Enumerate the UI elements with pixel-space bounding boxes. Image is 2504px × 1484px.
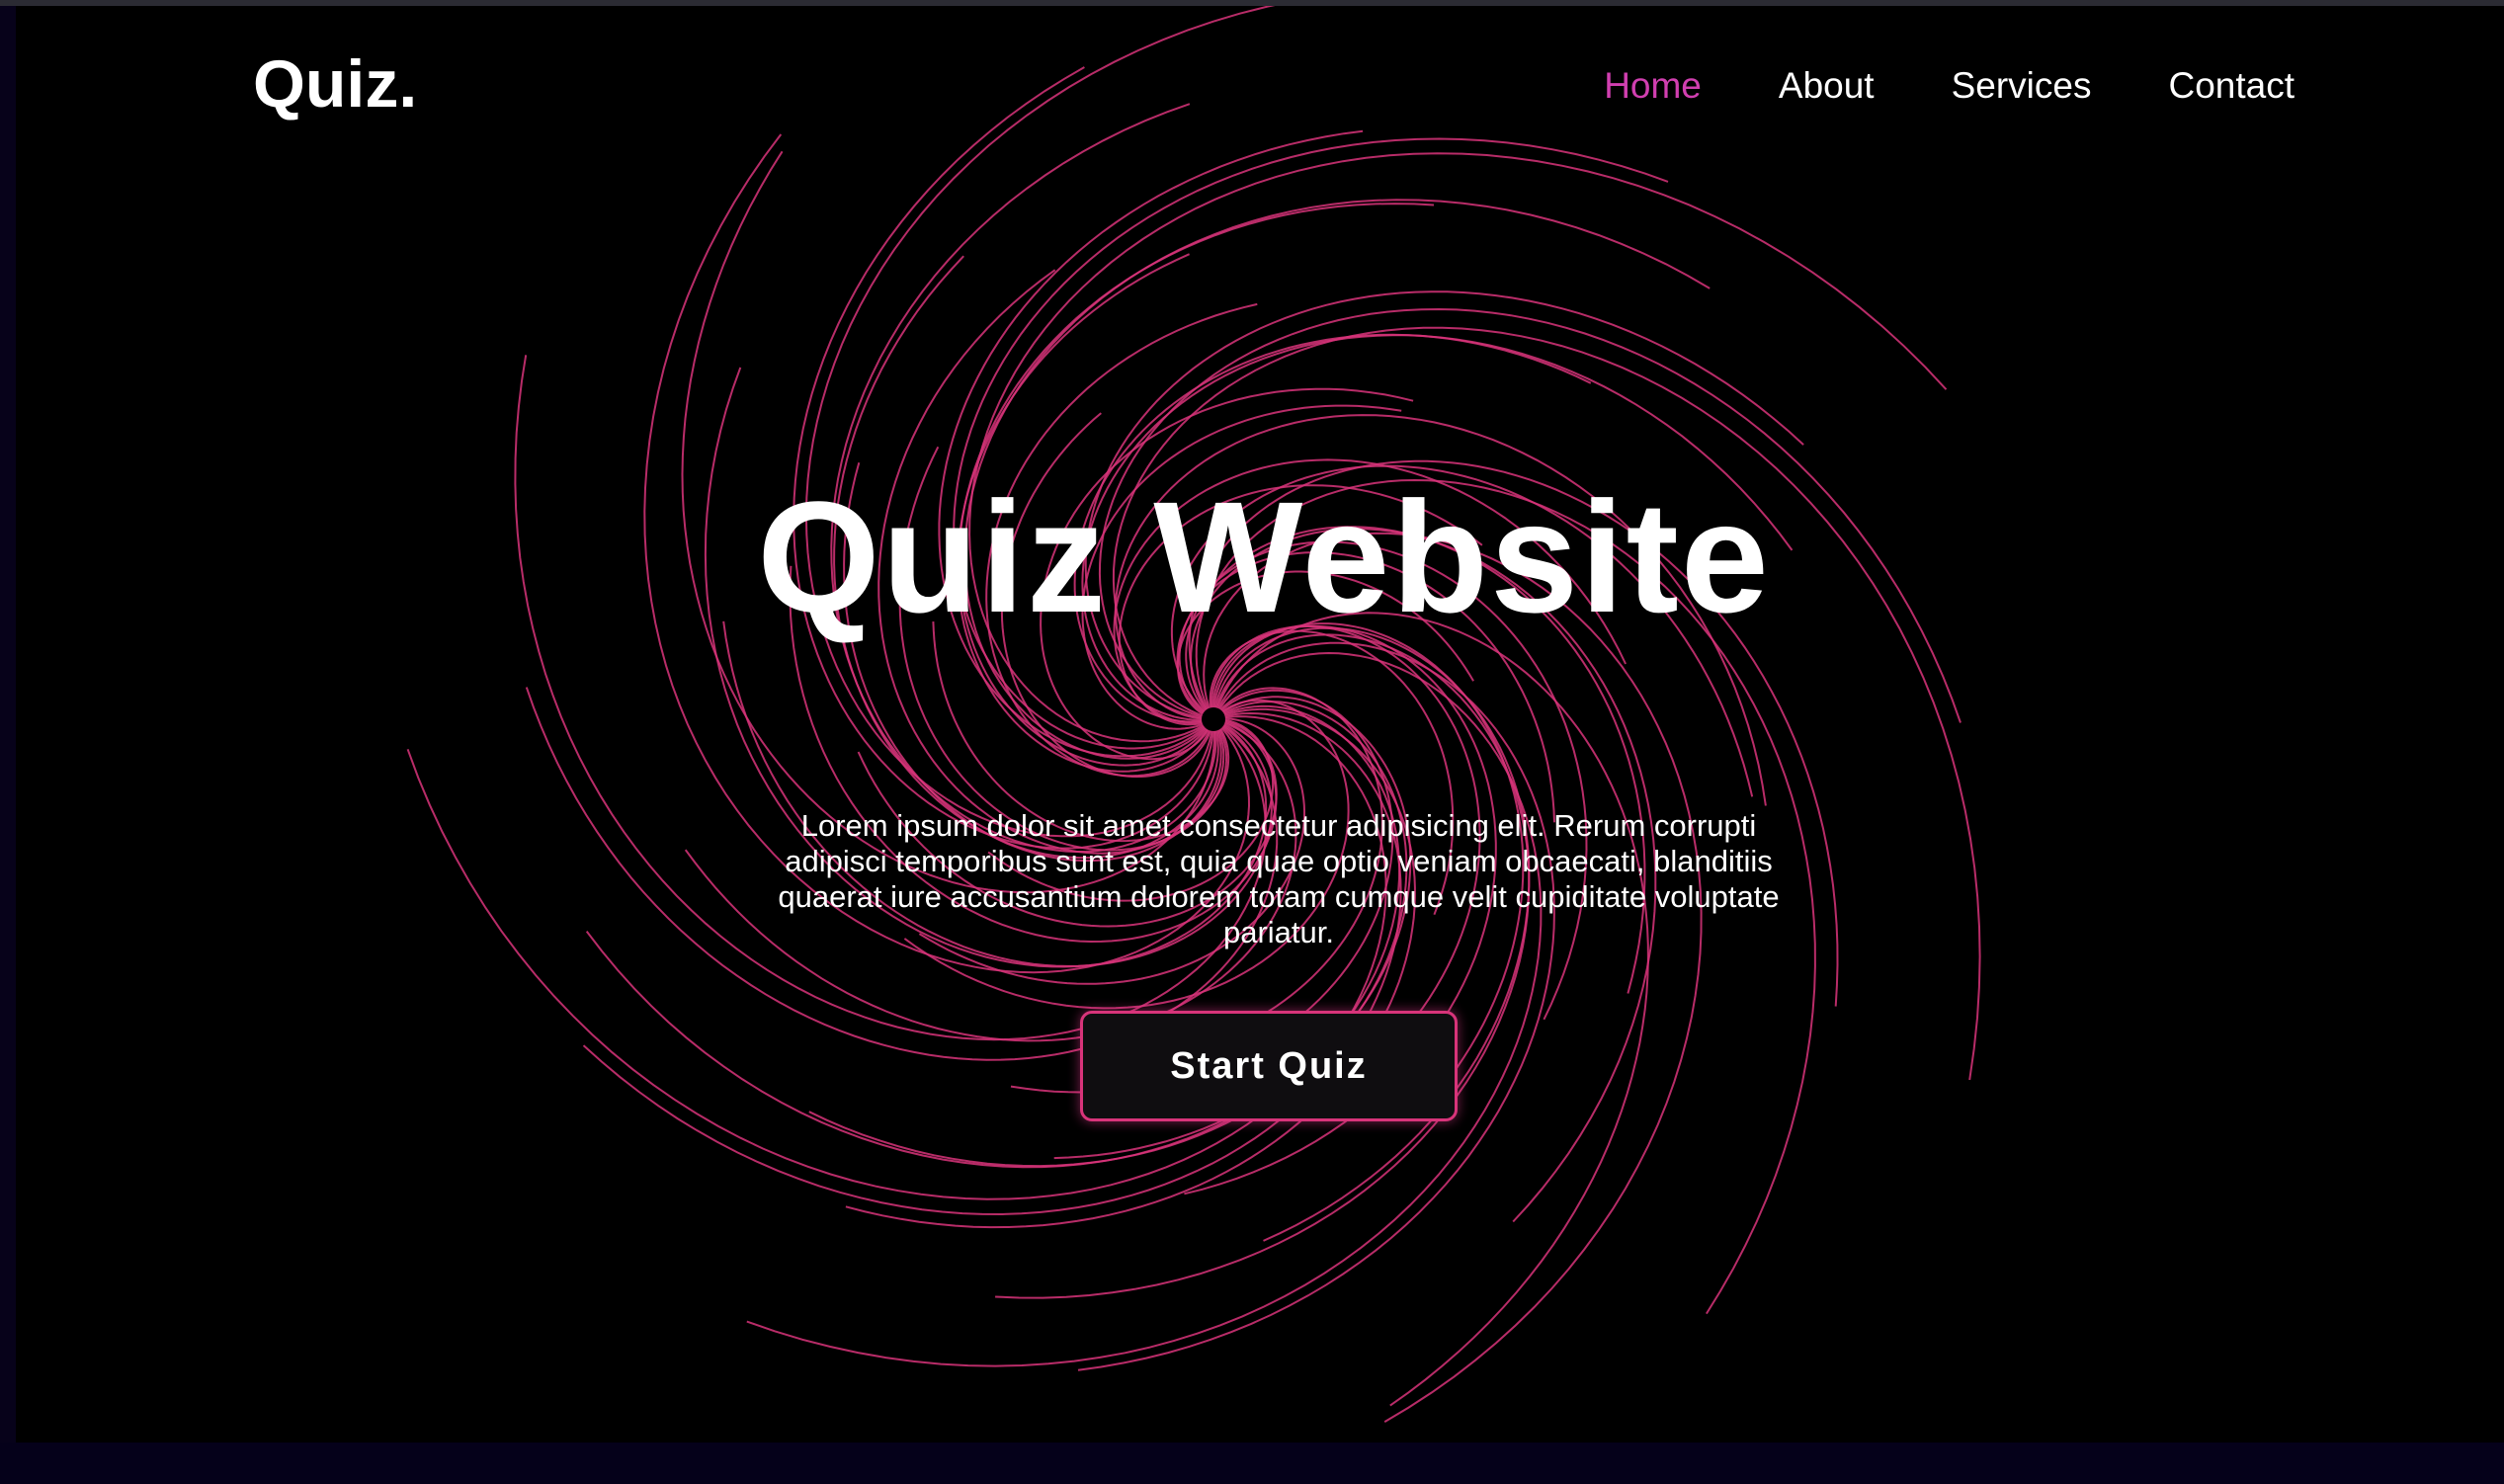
spiral-line [793, 66, 1214, 850]
spiral-line [1077, 641, 1555, 1371]
main-nav: Home About Services Contact [1604, 65, 2295, 107]
spiral-line [1213, 612, 1649, 1407]
start-quiz-button[interactable]: Start Quiz [1080, 1011, 1458, 1121]
spiral-line [1203, 532, 1703, 1423]
hero-title: Quiz Website [757, 468, 1771, 645]
nav-link-services[interactable]: Services [1952, 65, 2092, 107]
spiral-line [953, 137, 1669, 750]
spiral-background-graphic [406, 6, 1981, 1423]
page-viewport: Quiz. Home About Services Contact Quiz W… [16, 6, 2504, 1443]
spiral-line [406, 715, 1387, 1200]
page-bottom-edge [0, 1443, 2504, 1484]
spiral-center [1202, 707, 1225, 731]
nav-link-about[interactable]: About [1779, 65, 1875, 107]
site-logo[interactable]: Quiz. [253, 45, 417, 123]
nav-link-contact[interactable]: Contact [2168, 65, 2295, 107]
nav-link-home[interactable]: Home [1604, 65, 1702, 107]
spiral-line [938, 129, 1364, 758]
hero-description: Lorem ipsum dolor sit amet consectetur a… [778, 808, 1780, 949]
